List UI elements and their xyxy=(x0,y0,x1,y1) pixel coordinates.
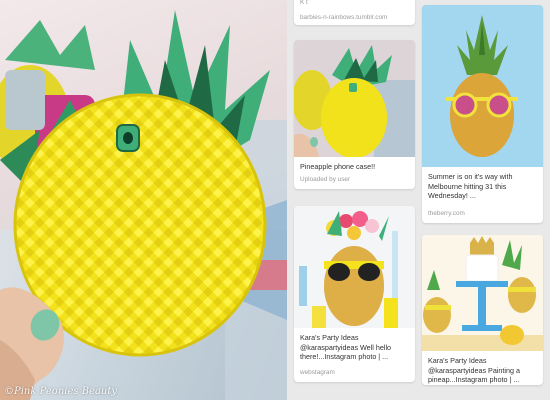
pineapple-case-thumbnail xyxy=(294,40,415,157)
pin-description: Kara's Party Ideas @karaspartyideas Well… xyxy=(300,333,392,362)
pin-card[interactable]: Pineapple phone case!! Uploaded by user xyxy=(294,40,415,189)
pin-feed[interactable]: K t barbies-n-rainbows.tumblr.com Pineap… xyxy=(287,0,550,400)
pin-partial-text: K t xyxy=(300,0,308,6)
hero-photo[interactable]: ©Pink Peonies Beauty xyxy=(0,0,287,400)
party-pineapple-thumbnail xyxy=(294,206,415,328)
party-table-thumbnail xyxy=(422,235,543,351)
pin-uploader: Uploaded by user xyxy=(300,175,351,183)
pin-source[interactable]: barbies-n-rainbows.tumblr.com xyxy=(294,12,415,25)
pin-image[interactable] xyxy=(422,235,543,351)
pin-card[interactable]: Kara's Party Ideas @karaspartyideas Well… xyxy=(294,206,415,382)
pin-card[interactable]: K t barbies-n-rainbows.tumblr.com xyxy=(294,0,415,25)
pin-image[interactable] xyxy=(294,40,415,157)
pin-image[interactable] xyxy=(294,206,415,328)
pin-card[interactable]: Summer is on it's way with Melbourne hit… xyxy=(422,5,543,223)
pin-source[interactable]: theberry.com xyxy=(422,201,543,223)
pin-description: Summer is on it's way with Melbourne hit… xyxy=(428,172,513,201)
pin-description: Kara's Party Ideas @karaspartyideas Pain… xyxy=(428,356,520,385)
pin-image[interactable] xyxy=(422,5,543,167)
watermark: ©Pink Peonies Beauty xyxy=(4,386,118,397)
pin-card[interactable]: Kara's Party Ideas @karaspartyideas Pain… xyxy=(422,235,543,385)
pin-description: Pineapple phone case!! xyxy=(300,162,376,171)
sunglasses-pineapple-thumbnail xyxy=(422,5,543,167)
pineapple-phone-case-image xyxy=(0,10,287,400)
pin-source[interactable]: webstagram xyxy=(294,362,415,382)
